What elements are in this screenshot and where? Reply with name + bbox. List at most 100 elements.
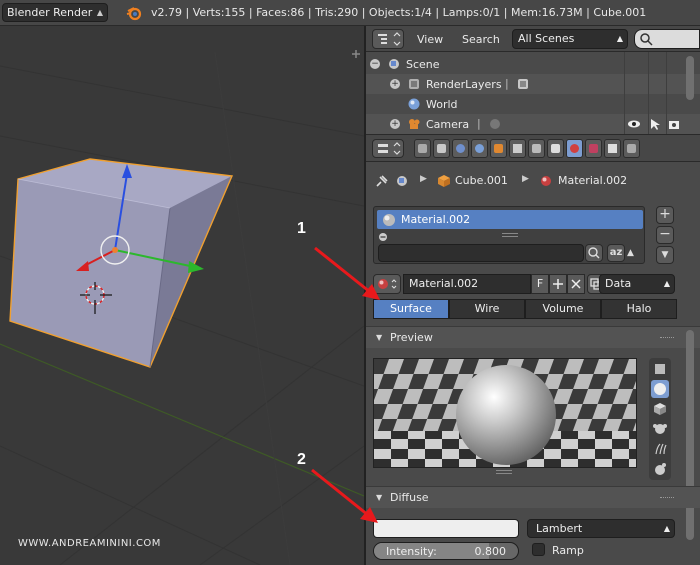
expand-icon[interactable]: + bbox=[390, 119, 400, 129]
outliner-scrollbar[interactable] bbox=[686, 56, 694, 100]
preview-cube-icon[interactable] bbox=[651, 400, 669, 418]
material-tab-icon[interactable] bbox=[566, 139, 583, 158]
list-filter-input[interactable] bbox=[378, 244, 584, 262]
slot-specials-icon[interactable]: ▼ bbox=[656, 246, 674, 264]
pin-icon[interactable] bbox=[374, 173, 390, 189]
plus-icon bbox=[553, 279, 563, 289]
material-slot-label: Material.002 bbox=[401, 213, 471, 226]
preview-resize-grip[interactable] bbox=[496, 470, 512, 474]
panel-grip-icon[interactable] bbox=[660, 497, 674, 499]
outliner-row-world[interactable]: World bbox=[366, 94, 700, 114]
preview-sphere-icon[interactable] bbox=[651, 380, 669, 398]
particles-tab-icon[interactable] bbox=[604, 139, 621, 158]
outliner-label: Camera bbox=[426, 118, 470, 131]
ramp-checkbox[interactable] bbox=[532, 543, 545, 556]
renderlayers-tab-icon[interactable] bbox=[433, 139, 450, 158]
texture-tab-icon[interactable] bbox=[585, 139, 602, 158]
outliner-label: World bbox=[426, 98, 458, 111]
material-preview bbox=[373, 358, 637, 468]
triangle-up-icon[interactable]: ▲ bbox=[627, 248, 634, 258]
menu-view[interactable]: View bbox=[417, 33, 443, 46]
material-datablock-row: Material.002 F Data ▲ bbox=[373, 274, 685, 294]
editor-type-button[interactable] bbox=[372, 29, 404, 49]
diffuse-panel-header[interactable]: ▼ Diffuse bbox=[366, 486, 700, 508]
filter-collapse-icon[interactable] bbox=[378, 232, 388, 242]
scene-icon bbox=[389, 59, 399, 69]
unlink-material-button[interactable] bbox=[567, 274, 585, 294]
triangle-down-icon: ▼ bbox=[376, 333, 383, 342]
display-mode-select[interactable]: All Scenes ▲ bbox=[512, 29, 628, 49]
remove-slot-button[interactable]: − bbox=[656, 226, 674, 244]
data-tab-icon[interactable] bbox=[547, 139, 564, 158]
tab-volume[interactable]: Volume bbox=[525, 299, 601, 319]
constraints-tab-icon[interactable] bbox=[509, 139, 526, 158]
area-split-widget[interactable] bbox=[352, 50, 360, 58]
close-icon bbox=[571, 279, 581, 289]
invert-filter-button[interactable] bbox=[585, 244, 603, 262]
sort-alpha-button[interactable]: az bbox=[607, 244, 625, 262]
scene-stats: v2.79 | Verts:155 | Faces:86 | Tris:290 … bbox=[151, 6, 647, 19]
sort-alpha-label: az bbox=[609, 247, 623, 258]
info-header: Blender Render ▲ v2.79 | Verts:155 | Fac… bbox=[0, 0, 700, 26]
material-browse-icon bbox=[378, 279, 397, 289]
resize-grip[interactable] bbox=[502, 233, 518, 237]
diffuse-color-swatch[interactable] bbox=[373, 519, 519, 538]
annotation-number-1: 1 bbox=[297, 220, 306, 237]
material-link-select[interactable]: Data ▲ bbox=[599, 274, 675, 294]
preview-monkey-icon[interactable] bbox=[651, 420, 669, 438]
material-link-label: Data bbox=[605, 277, 632, 290]
preview-flat-icon[interactable] bbox=[651, 360, 669, 378]
scene-tab-icon[interactable] bbox=[452, 139, 469, 158]
render-camera-icon[interactable] bbox=[667, 117, 681, 131]
add-slot-button[interactable]: + bbox=[656, 206, 674, 224]
preview-hair-icon[interactable] bbox=[651, 440, 669, 458]
tab-surface[interactable]: Surface bbox=[373, 299, 449, 319]
outliner: − Scene + RenderLayers | World + Camera … bbox=[366, 52, 700, 134]
render-engine-label: Blender Render bbox=[7, 6, 93, 19]
shading-type-tabs: Surface Wire Volume Halo bbox=[373, 299, 677, 319]
outliner-search-input[interactable] bbox=[634, 29, 700, 49]
material-slot-row[interactable]: Material.002 bbox=[377, 210, 643, 229]
diffuse-shader-select[interactable]: Lambert ▲ bbox=[527, 519, 675, 538]
breadcrumb-object: Cube.001 bbox=[455, 174, 508, 187]
tab-wire[interactable]: Wire bbox=[449, 299, 525, 319]
expand-icon[interactable]: + bbox=[390, 79, 400, 89]
outliner-row-scene[interactable]: − Scene bbox=[366, 54, 700, 74]
render-engine-select[interactable]: Blender Render ▲ bbox=[2, 3, 108, 22]
preview-type-tools bbox=[649, 358, 671, 480]
blender-logo-icon bbox=[126, 7, 142, 21]
viewport-canvas[interactable] bbox=[0, 26, 364, 565]
diffuse-panel-title: Diffuse bbox=[390, 491, 429, 504]
physics-tab-icon[interactable] bbox=[623, 139, 640, 158]
eye-icon[interactable] bbox=[627, 117, 641, 131]
camera-icon bbox=[409, 119, 420, 129]
panel-grip-icon[interactable] bbox=[660, 337, 674, 339]
diffuse-intensity-slider[interactable]: Intensity: 0.800 bbox=[373, 542, 519, 560]
outliner-row-camera[interactable]: + Camera | bbox=[366, 114, 700, 134]
world-tab-icon[interactable] bbox=[471, 139, 488, 158]
tab-halo[interactable]: Halo bbox=[601, 299, 677, 319]
cursor-select-icon[interactable] bbox=[648, 117, 662, 131]
outliner-row-renderlayers[interactable]: + RenderLayers | bbox=[366, 74, 700, 94]
browse-material-button[interactable] bbox=[373, 274, 401, 294]
search-icon bbox=[640, 33, 653, 46]
outliner-header: View Search All Scenes ▲ bbox=[366, 26, 700, 52]
modifiers-tab-icon[interactable] bbox=[528, 139, 545, 158]
fake-user-button[interactable]: F bbox=[531, 274, 549, 294]
menu-search[interactable]: Search bbox=[462, 33, 500, 46]
material-name-field[interactable]: Material.002 bbox=[403, 274, 531, 294]
3d-viewport[interactable]: WWW.ANDREAMININI.COM bbox=[0, 26, 364, 565]
object-tab-icon[interactable] bbox=[490, 139, 507, 158]
slot-buttons: + − ▼ bbox=[656, 206, 674, 264]
updown-arrows-icon: ▲ bbox=[663, 524, 670, 533]
cube-icon bbox=[438, 175, 450, 187]
properties-scrollbar[interactable] bbox=[686, 330, 694, 540]
search-icon bbox=[588, 247, 600, 259]
editor-type-button[interactable] bbox=[372, 139, 404, 158]
camera-data-icon bbox=[490, 119, 500, 129]
new-material-button[interactable] bbox=[549, 274, 567, 294]
preview-sphere-sky-icon[interactable] bbox=[651, 460, 669, 478]
collapse-icon[interactable]: − bbox=[370, 59, 380, 69]
render-tab-icon[interactable] bbox=[414, 139, 431, 158]
preview-panel-header[interactable]: ▼ Preview bbox=[366, 326, 700, 348]
